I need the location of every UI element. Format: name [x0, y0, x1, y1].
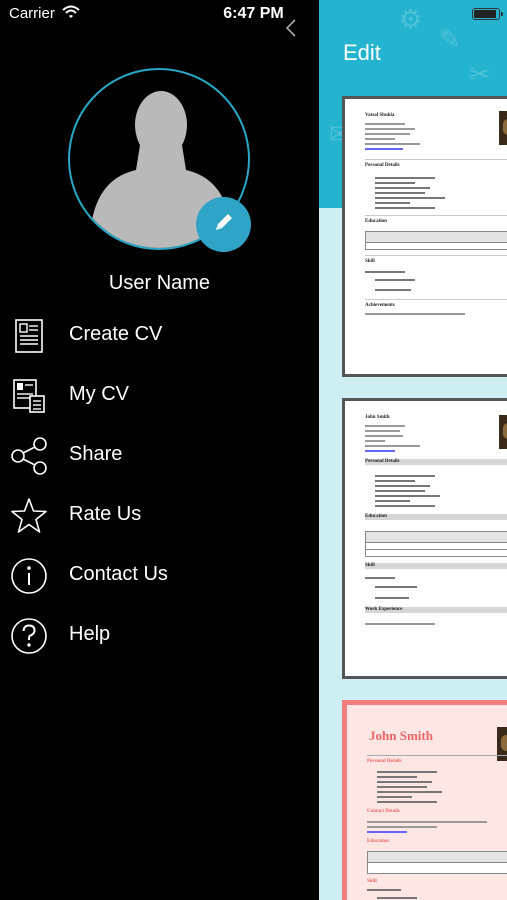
my-cv-icon: [8, 375, 50, 417]
question-icon: [8, 615, 50, 657]
menu-item-share[interactable]: Share: [0, 425, 319, 485]
cv-section-title: Education: [365, 219, 387, 224]
info-icon: [8, 555, 50, 597]
cv-section-title: Achievements: [365, 303, 395, 308]
menu-label: My CV: [69, 383, 129, 405]
cv-section-title: Skill: [365, 259, 375, 264]
status-time: 6:47 PM: [223, 5, 284, 22]
cv-section-title: Work Experience: [365, 607, 403, 612]
cv-template-card[interactable]: John Smith Personal Details Contact Deta…: [342, 700, 507, 900]
menu-item-my-cv[interactable]: My CV: [0, 365, 319, 425]
menu-item-contact-us[interactable]: Contact Us: [0, 545, 319, 605]
menu-item-create-cv[interactable]: Create CV: [0, 305, 319, 365]
share-icon: [8, 435, 50, 477]
cv-section-title: Skill: [367, 879, 377, 884]
cv-name: John Smith: [369, 728, 433, 743]
cv-photo: [499, 111, 507, 145]
menu-label: Help: [69, 623, 111, 645]
cv-section-title: Education: [367, 839, 389, 844]
cv-section-title: Skill: [365, 563, 375, 568]
edit-avatar-button[interactable]: [196, 197, 251, 252]
menu-label: Contact Us: [69, 563, 168, 585]
cv-section-title: Personal Details: [365, 163, 400, 168]
cv-name: John Smith: [365, 415, 390, 420]
pencil-icon: [213, 211, 235, 238]
user-name: User Name: [108, 272, 211, 294]
menu-item-rate-us[interactable]: Rate Us: [0, 485, 319, 545]
status-bar: Carrier 6:47 PM: [0, 0, 507, 28]
cv-photo: [499, 415, 507, 449]
cv-section-title: Education: [365, 514, 387, 519]
menu-item-help[interactable]: Help: [0, 605, 319, 665]
doodle-icon: ✎: [439, 25, 461, 55]
cv-section-title: Personal Details: [367, 759, 402, 764]
page-title: Edit: [343, 40, 381, 65]
cv-section-title: Personal Details: [365, 459, 400, 464]
star-icon: [8, 495, 50, 537]
cv-name: Vatsal Shukla: [365, 113, 395, 118]
menu-label: Share: [69, 443, 123, 465]
doodle-icon: ✂: [469, 60, 491, 90]
cv-section-title: Contact Details: [367, 809, 400, 814]
menu-label: Rate Us: [69, 503, 142, 525]
main-content: ✎ ✂ ⚙ ✉ ✎ Edit Vatsal Shukla Personal De…: [319, 0, 507, 900]
create-cv-icon: [8, 315, 50, 357]
battery-icon: [472, 8, 503, 20]
side-drawer: User Name Create CV My CV Share Rate Us …: [0, 0, 319, 900]
cv-template-card[interactable]: John Smith Personal Details Education Sk…: [342, 398, 507, 679]
menu-label: Create CV: [69, 323, 163, 345]
cv-template-card[interactable]: Vatsal Shukla Personal Details Education…: [342, 96, 507, 377]
